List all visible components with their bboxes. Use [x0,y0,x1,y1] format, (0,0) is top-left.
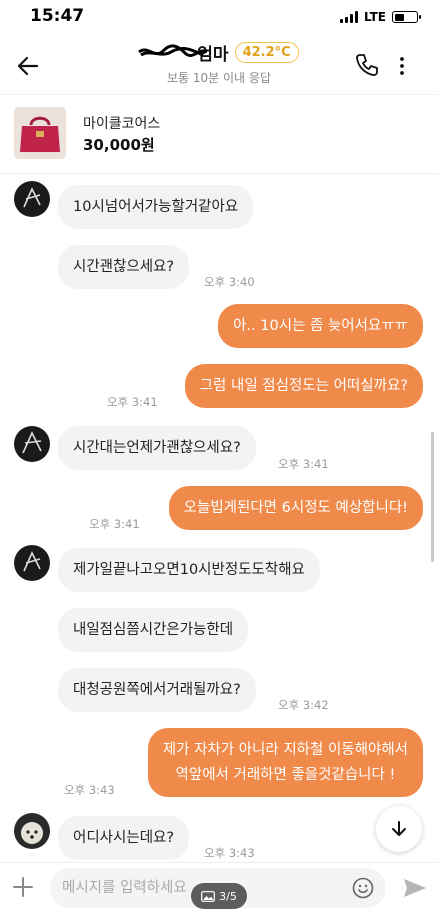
product-thumbnail [14,107,66,159]
message-bubble: 제가일끝나고오면10시반정도도착해요 [58,548,320,592]
message-bubble: 대청공원쪽에서거래될까요? [58,668,256,712]
plus-icon[interactable] [10,874,36,900]
redaction-scribble [138,44,209,57]
emoji-icon[interactable] [351,876,375,900]
battery-icon [392,11,421,23]
product-price: 30,000원 [83,136,155,154]
message-bubble: 어디사시는데요? [58,816,190,860]
message-bubble: 오늘빕게된다면 6시정도 예상합니다! [168,486,423,530]
message-line: 역앞에서 거래하면 좋을것같습니다 ! [175,767,396,783]
network-label: LTE [363,10,386,24]
message-list[interactable]: 10시넘어서가능할거같아요 시간괜찮으세요? 오후 3:40 아.. 10시는 … [0,175,438,865]
more-vertical-icon[interactable] [392,54,412,78]
message-time: 오후 3:41 [278,457,329,471]
message-time: 오후 3:42 [278,698,329,712]
page-indicator: 3/5 [191,883,247,909]
message-time: 오후 3:43 [64,783,115,797]
chat-header: 엄마 42.2°C 보통 10분 이내 응답 [0,34,438,94]
temperature-badge: 42.2°C [234,42,299,63]
message-bubble: 제가 자차가 아니라 지하철 이동해야해서 역앞에서 거래하면 좋을것같습니다 … [147,728,423,797]
message-bubble: 시간대는언제가괜찮으세요? [58,426,256,470]
message-bubble: 내일점심쯤시간은가능한데 [58,608,249,652]
product-bar[interactable]: 마이클코어스 30,000원 [0,94,438,174]
status-icons: LTE [339,10,421,24]
input-bar: 3/5 [0,862,438,921]
avatar[interactable] [14,545,50,581]
message-time: 오후 3:40 [204,275,255,289]
message-bubble: 10시넘어서가능할거같아요 [58,185,254,229]
chevron-down-icon [392,821,406,836]
image-icon [201,890,216,902]
page-indicator-label: 3/5 [219,889,237,903]
avatar[interactable] [14,181,50,217]
phone-icon[interactable] [354,52,380,78]
scroll-down-button[interactable] [376,806,422,852]
message-bubble: 아.. 10시는 좀 늦어서요ㅠㅠ [218,304,423,348]
message-line: 제가 자차가 아니라 지하철 이동해야해서 [162,742,408,758]
message-time: 오후 3:41 [89,517,140,531]
message-time: 오후 3:41 [107,395,158,409]
product-title: 마이클코어스 [83,116,161,132]
scrollbar[interactable] [431,432,434,562]
status-bar: 15:47 LTE [0,0,438,34]
message-bubble: 그럼 내일 점심정도는 어떠실까요? [184,364,423,408]
message-time: 오후 3:43 [204,846,255,860]
avatar[interactable] [14,426,50,462]
signal-icon [339,11,358,23]
avatar[interactable] [14,813,50,849]
message-bubble: 시간괜찮으세요? [58,245,190,289]
status-time: 15:47 [30,6,85,26]
partner-name: 엄마 [138,40,229,65]
send-icon[interactable] [402,876,428,900]
